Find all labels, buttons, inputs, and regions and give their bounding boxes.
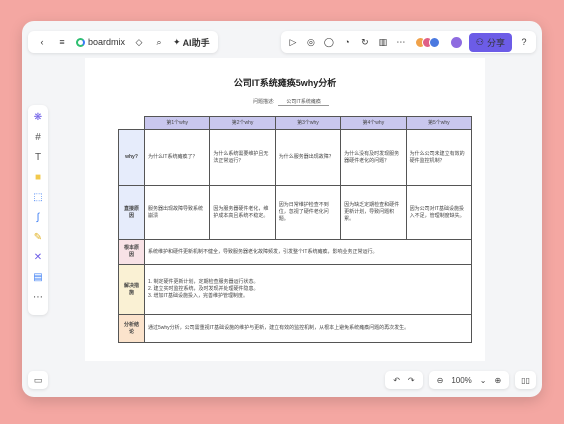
minimap-button[interactable]: ▭	[28, 371, 48, 389]
more-icon[interactable]: ⋯	[395, 36, 407, 48]
table-header-cell[interactable]: 第2个why	[209, 116, 276, 130]
help-icon[interactable]: ?	[518, 36, 530, 48]
pen-icon[interactable]: ✎	[32, 231, 44, 243]
tag-icon[interactable]: ◇	[133, 36, 145, 48]
redo-icon[interactable]: ↷	[408, 376, 415, 385]
table-cell[interactable]: 服务器出现故障导致系统崩溃	[143, 185, 211, 240]
table-cell[interactable]: 因为缺乏定期检查和硬件更新计划，导致问题积累。	[340, 185, 407, 240]
more-tools-icon[interactable]: ⋯	[32, 291, 44, 303]
problem-description: 问题描述: 公司IT系统瘫痪	[253, 98, 329, 106]
shape-icon[interactable]: ⬚	[32, 191, 44, 203]
template-icon[interactable]: ❋	[32, 111, 44, 123]
table-header-row: 第1个why 第2个why 第3个why 第4个why 第5个why	[118, 116, 473, 130]
table-header-cell[interactable]: 第4个why	[340, 116, 407, 130]
brand-name: boardmix	[88, 37, 126, 47]
row-label: 根本原因	[118, 239, 145, 265]
problem-value[interactable]: 公司IT系统瘫痪	[278, 98, 329, 106]
zoom-in-icon[interactable]: ⊕	[494, 376, 501, 385]
top-left-toolbar: ‹ ≡ boardmix ◇ ⌕ ✦ AI助手	[28, 31, 218, 53]
table-cell[interactable]: 因为公司对IT基础设施投入不足，管理制度缺失。	[405, 185, 473, 240]
book-button[interactable]: ▯▯	[515, 371, 536, 389]
table-header-cell[interactable]: 第5个why	[405, 116, 473, 130]
row-label: why?	[118, 129, 145, 186]
share-label: 分享	[486, 37, 505, 48]
connector-icon[interactable]: ∫	[32, 211, 44, 223]
share-button[interactable]: ⚇ 分享	[468, 32, 512, 52]
chart-icon[interactable]: ▥	[377, 36, 389, 48]
canvas-document[interactable]: 公司IT系统瘫痪5why分析 问题描述: 公司IT系统瘫痪 第1个why 第2个…	[85, 58, 485, 361]
table-icon[interactable]: ▤	[32, 271, 44, 283]
app-window: ‹ ≡ boardmix ◇ ⌕ ✦ AI助手 ▷ ◎ ◯ ◔ ↻ ▥ ⋯ ⚇ …	[22, 21, 542, 397]
table-corner	[118, 116, 145, 130]
ai-assistant-label: AI助手	[182, 37, 210, 48]
text-icon[interactable]: T	[32, 151, 44, 163]
solution-cell[interactable]: 1. 制定硬件更新计划，定期检查服务器运行状态。 2. 建立实时监控系统，及时发…	[144, 264, 472, 315]
solution-line: 3. 增加IT基础设施投入，完善维护管理制度。	[148, 293, 249, 299]
row-label: 直接原因	[118, 185, 145, 240]
undo-redo-group: ↶ ↷	[385, 371, 423, 389]
undo-icon[interactable]: ↶	[393, 376, 400, 385]
table-cell[interactable]: 为什么没有及时发现服务器硬件老化的问题？	[340, 129, 407, 186]
table-row: why? 为什么IT系统瘫痪了？ 为什么系统需要维护且无法正常运行？ 为什么服务…	[118, 129, 473, 186]
user-avatar[interactable]	[449, 35, 463, 49]
mindmap-icon[interactable]: ✕	[32, 251, 44, 263]
solution-line: 2. 建立实时监控系统，及时发现并处理硬件隐患。	[148, 286, 259, 292]
play-icon[interactable]: ▷	[287, 36, 299, 48]
history-icon[interactable]: ↻	[359, 36, 371, 48]
chevron-down-icon[interactable]: ⌄	[480, 376, 487, 385]
table-cell[interactable]: 为什么IT系统瘫痪了？	[143, 129, 211, 186]
table-row: 直接原因 服务器出现故障导致系统崩溃 因为服务器硬件老化，维护成本高且系统不稳定…	[118, 185, 473, 240]
minimap-icon: ▭	[33, 374, 43, 385]
target-icon[interactable]: ◎	[305, 36, 317, 48]
table-row: 分析结论 通过5why分析，公司需重视IT基础设施的维护与更新，建立有效的监控机…	[118, 314, 472, 343]
search-icon[interactable]: ⌕	[153, 36, 165, 48]
zoom-out-icon[interactable]: ⊖	[437, 376, 444, 385]
table-cell[interactable]: 为什么系统需要维护且无法正常运行？	[209, 129, 276, 186]
row-label: 分析结论	[118, 314, 145, 343]
root-cause-cell[interactable]: 系统维护和硬件更新机制不健全，导致服务器老化故障频发，引发整个IT系统瘫痪，影响…	[144, 239, 472, 265]
bottom-right-controls: ↶ ↷ ⊖ 100% ⌄ ⊕ ▯▯	[385, 371, 536, 389]
left-toolbar: ❋ # T ■ ⬚ ∫ ✎ ✕ ▤ ⋯	[28, 105, 48, 315]
row-label: 解决措施	[118, 264, 145, 315]
table-row: 根本原因 系统维护和硬件更新机制不健全，导致服务器老化故障频发，引发整个IT系统…	[118, 239, 472, 265]
top-right-toolbar: ▷ ◎ ◯ ◔ ↻ ▥ ⋯ ⚇ 分享 ?	[280, 31, 536, 53]
comment-icon[interactable]: ◯	[323, 36, 335, 48]
share-user-icon: ⚇	[475, 36, 484, 47]
table-cell[interactable]: 为什么服务器出现故障？	[274, 129, 342, 186]
ai-assistant-button[interactable]: ✦ AI助手	[173, 36, 210, 49]
table-cell[interactable]: 因为日常维护检查不到位，忽视了硬件老化问题。	[274, 185, 342, 240]
sparkle-icon: ✦	[173, 36, 181, 47]
frame-icon[interactable]: #	[32, 131, 44, 143]
table-row: 解决措施 1. 制定硬件更新计划，定期检查服务器运行状态。 2. 建立实时监控系…	[118, 264, 472, 315]
sticky-note-icon[interactable]: ■	[32, 171, 44, 183]
five-why-table: 第1个why 第2个why 第3个why 第4个why 第5个why why? …	[118, 116, 473, 343]
collaborator-avatars[interactable]	[414, 36, 440, 48]
table-cell[interactable]: 为什么公司未建立有效的硬件监控机制？	[405, 129, 473, 186]
solution-line: 1. 制定硬件更新计划，定期检查服务器运行状态。	[148, 279, 259, 285]
zoom-group: ⊖ 100% ⌄ ⊕	[428, 371, 510, 389]
table-cell[interactable]: 因为服务器硬件老化，维护成本高且系统不稳定。	[209, 185, 276, 240]
menu-icon[interactable]: ≡	[56, 36, 68, 48]
timer-icon[interactable]: ◔	[341, 36, 353, 48]
back-icon[interactable]: ‹	[36, 36, 48, 48]
table-header-cell[interactable]: 第3个why	[274, 116, 342, 130]
summary-cell[interactable]: 通过5why分析，公司需重视IT基础设施的维护与更新，建立有效的监控机制，从根本…	[144, 314, 472, 343]
table-header-cell[interactable]: 第1个why	[143, 116, 211, 130]
document-title: 公司IT系统瘫痪5why分析	[233, 78, 337, 88]
brand-logo[interactable]: boardmix	[76, 37, 125, 47]
boardmix-logo-icon	[76, 37, 85, 47]
zoom-level[interactable]: 100%	[451, 376, 471, 385]
avatar	[428, 36, 440, 48]
problem-label: 问题描述:	[253, 99, 275, 105]
book-icon: ▯▯	[521, 375, 530, 385]
